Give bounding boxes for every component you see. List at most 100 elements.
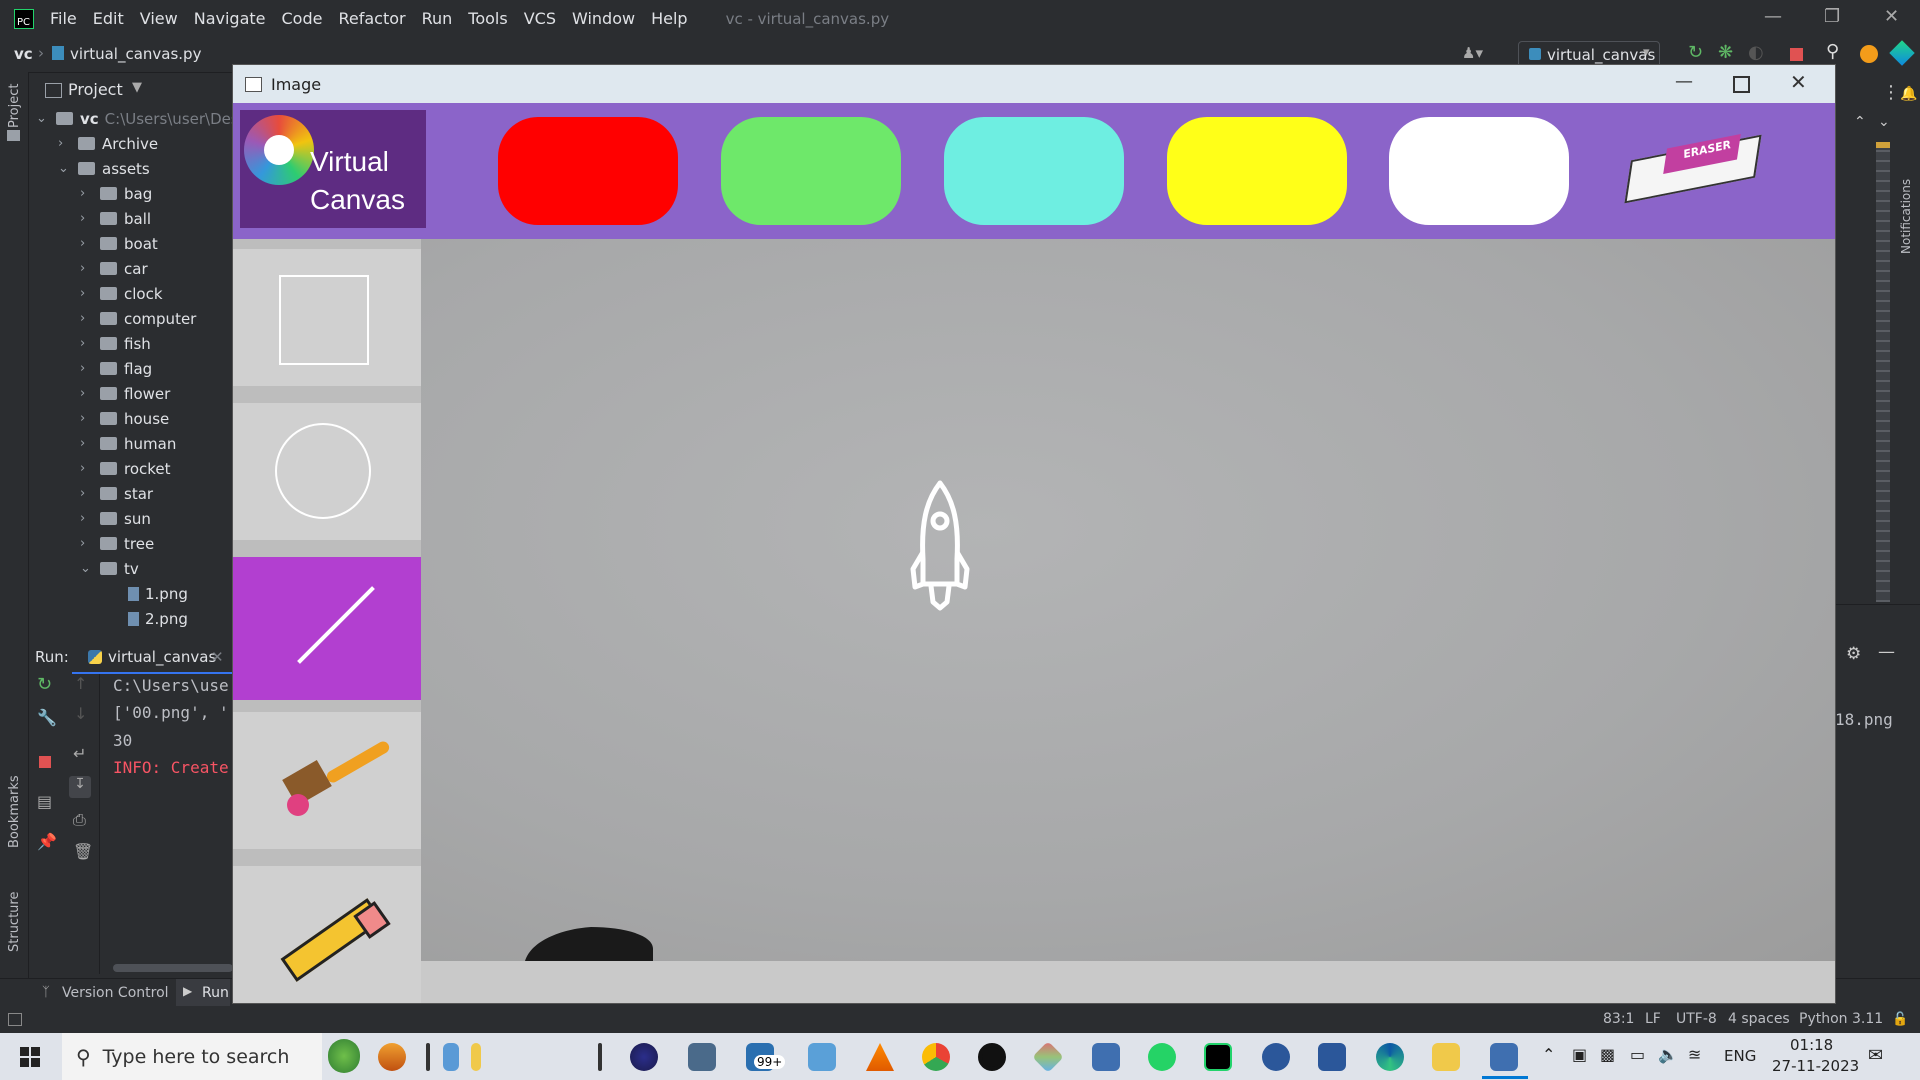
record-icon[interactable] <box>978 1043 1006 1071</box>
bell-icon[interactable]: 🔔 <box>1900 86 1917 102</box>
eclipse-icon[interactable] <box>630 1043 658 1071</box>
tree-file-item[interactable]: 1.png <box>128 581 188 606</box>
menu-tools[interactable]: Tools <box>468 9 507 28</box>
python-interpreter[interactable]: Python 3.11 <box>1799 1011 1883 1027</box>
tree-folder-item[interactable]: › tree <box>80 531 154 556</box>
pycharm-icon[interactable] <box>1204 1043 1232 1071</box>
menu-run[interactable]: Run <box>422 9 453 28</box>
tree-folder-item[interactable]: ⌄ tv <box>80 556 139 581</box>
run-tab-virtual-canvas[interactable]: virtual_canvas <box>108 648 216 666</box>
soft-wrap-icon[interactable]: ↵ <box>73 744 86 763</box>
color-swatch-cyan[interactable] <box>944 117 1124 225</box>
file-icon[interactable] <box>443 1043 459 1071</box>
rerun-icon[interactable]: ↻ <box>37 674 52 695</box>
color-swatch-white[interactable] <box>1389 117 1569 225</box>
tool-line-selected[interactable] <box>233 557 421 700</box>
tree-folder-item[interactable]: › fish <box>80 331 151 356</box>
tree-root[interactable]: ⌄ vc C:\Users\user\Deskt <box>36 106 253 131</box>
arrow-down-icon[interactable]: ↓ <box>74 704 87 723</box>
remote-desktop-icon[interactable] <box>808 1043 836 1071</box>
scroll-to-end-icon[interactable]: ↧ <box>69 776 91 798</box>
menu-vcs[interactable]: VCS <box>524 9 556 28</box>
breadcrumb-file[interactable]: virtual_canvas.py <box>70 45 201 63</box>
camera-icon[interactable]: ▣ <box>1572 1045 1587 1064</box>
tree-folder-item[interactable]: › clock <box>80 281 163 306</box>
taskbar-search-box[interactable]: ⚲ Type here to search <box>62 1033 360 1080</box>
profile-icon[interactable]: ◐ <box>1748 42 1764 63</box>
language-indicator[interactable]: ENG <box>1724 1047 1756 1065</box>
line-ending[interactable]: LF <box>1645 1011 1661 1027</box>
run-tab-active[interactable]: ▶ Run <box>176 979 230 1007</box>
stop-icon[interactable] <box>1790 48 1803 61</box>
debug-icon[interactable]: ❋ <box>1718 42 1733 63</box>
tree-file-item[interactable]: 2.png <box>128 606 188 631</box>
tool-brush[interactable] <box>233 712 421 849</box>
word-icon[interactable] <box>1318 1043 1346 1071</box>
minimize-icon[interactable]: — <box>1764 6 1782 27</box>
wrench-icon[interactable]: 🔧 <box>37 708 57 727</box>
volume-icon[interactable]: 🔈 <box>1658 1045 1678 1064</box>
trash-icon[interactable]: 🗑 <box>73 842 93 861</box>
lock-icon[interactable]: 🔓 <box>1892 1012 1908 1027</box>
notifications-icon[interactable]: ✉ <box>1868 1045 1883 1066</box>
menu-help[interactable]: Help <box>651 9 687 28</box>
tree-folder-item[interactable]: › car <box>80 256 148 281</box>
version-control-tab[interactable]: Version Control <box>62 985 169 1001</box>
menu-navigate[interactable]: Navigate <box>194 9 266 28</box>
chevron-down-icon[interactable]: ▼ <box>132 80 142 95</box>
more-options-icon[interactable]: ⋮ <box>1882 82 1900 103</box>
tree-folder-item[interactable]: › bag <box>80 181 152 206</box>
chevron-up-icon[interactable]: ⌃ <box>1854 114 1866 130</box>
python-window-icon[interactable] <box>1490 1043 1518 1071</box>
breadcrumb-project[interactable]: vc <box>14 45 33 63</box>
menu-refactor[interactable]: Refactor <box>338 9 405 28</box>
stop-icon[interactable] <box>39 756 51 768</box>
notifications-tool-tab[interactable]: Notifications <box>1899 179 1913 254</box>
tree-folder-item[interactable]: › human <box>80 431 176 456</box>
print-icon[interactable]: ⎙ <box>73 810 86 830</box>
menu-code[interactable]: Code <box>282 9 323 28</box>
eraser-button[interactable]: ERASER <box>1624 133 1762 204</box>
close-icon[interactable]: ✕ <box>1884 6 1899 27</box>
tree-folder-item[interactable]: ⌄ assets <box>58 156 150 181</box>
menu-edit[interactable]: Edit <box>93 9 124 28</box>
pin-icon[interactable]: 📌 <box>37 832 57 851</box>
tree-folder-item[interactable]: › computer <box>80 306 196 331</box>
edge-icon[interactable] <box>1376 1043 1404 1071</box>
drawing-canvas[interactable] <box>421 239 1835 961</box>
file-explorer-icon[interactable] <box>1432 1043 1460 1071</box>
caret-position[interactable]: 83:1 <box>1603 1011 1634 1027</box>
layout-icon[interactable]: ▤ <box>37 792 52 811</box>
chevron-up-icon[interactable]: ⌃ <box>1542 1045 1555 1064</box>
update-icon[interactable] <box>1860 45 1878 63</box>
tree-folder-item[interactable]: › Archive <box>58 131 158 156</box>
project-tool-tab[interactable]: Project <box>7 84 22 128</box>
jetbrains-toolbox-icon[interactable] <box>1889 40 1915 66</box>
tree-folder-item[interactable]: › ball <box>80 206 151 231</box>
clock-time[interactable]: 01:18 <box>1790 1036 1833 1054</box>
snipping-tool-icon[interactable] <box>688 1043 716 1071</box>
file-encoding[interactable]: UTF-8 <box>1676 1011 1717 1027</box>
display-icon[interactable]: ▩ <box>1600 1045 1615 1064</box>
tree-folder-item[interactable]: › flag <box>80 356 152 381</box>
menu-view[interactable]: View <box>140 9 178 28</box>
chrome-icon[interactable] <box>922 1043 950 1071</box>
tool-rectangle[interactable] <box>233 249 421 386</box>
bookmarks-tool-tab[interactable]: Bookmarks <box>7 775 22 848</box>
rerun-icon[interactable]: ↻ <box>1688 42 1703 63</box>
indent-setting[interactable]: 4 spaces <box>1728 1011 1790 1027</box>
word-online-icon[interactable] <box>1262 1043 1290 1071</box>
project-panel-title[interactable]: Project <box>68 80 123 99</box>
tree-folder-item[interactable]: › house <box>80 406 169 431</box>
app-icon[interactable] <box>1032 1041 1064 1073</box>
folder-icon[interactable] <box>471 1043 481 1071</box>
tree-folder-item[interactable]: › rocket <box>80 456 171 481</box>
color-swatch-yellow[interactable] <box>1167 117 1347 225</box>
battery-icon[interactable]: ▭ <box>1630 1045 1645 1064</box>
hide-panel-icon[interactable]: — <box>1878 642 1895 662</box>
chevron-down-icon[interactable]: ⌄ <box>1878 114 1890 130</box>
user-icon[interactable]: ♟▾ <box>1462 44 1483 62</box>
restore-icon[interactable]: ❐ <box>1824 6 1840 27</box>
color-swatch-green[interactable] <box>721 117 901 225</box>
maximize-icon[interactable] <box>1733 76 1750 93</box>
